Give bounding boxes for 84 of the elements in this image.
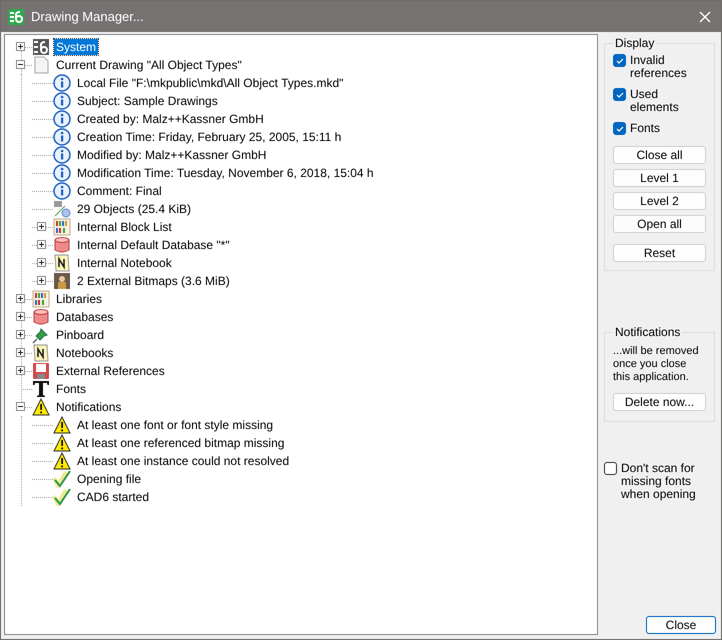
bookshelf-icon [53, 218, 71, 236]
pushpin-icon [32, 326, 50, 344]
tree-item[interactable]: 2 External Bitmaps (3.6 MiB) [75, 273, 232, 289]
tree-item[interactable]: Comment: Final [75, 183, 164, 199]
info-icon [53, 164, 71, 182]
tree-item[interactable]: System [54, 39, 98, 55]
expander-icon[interactable] [37, 240, 46, 249]
tree-item[interactable]: CAD6 started [75, 489, 152, 505]
info-icon [53, 92, 71, 110]
expander-icon[interactable] [16, 42, 25, 51]
tree-item[interactable]: Internal Default Database "*" [75, 237, 232, 253]
checkbox-label: Used elements [630, 88, 680, 114]
tree-item[interactable]: Creation Time: Friday, February 25, 2005, 15:11 h [75, 129, 344, 145]
notice-text: ...will be removed once you close this application. [613, 344, 700, 384]
tree-item[interactable]: Databases [54, 309, 116, 325]
expander-icon[interactable] [37, 222, 46, 231]
tree-button[interactable]: Reset [613, 244, 706, 262]
close-button[interactable]: Close [646, 616, 716, 634]
expander-icon[interactable] [16, 312, 25, 321]
tree-item[interactable]: Pinboard [54, 327, 106, 343]
database-icon [53, 236, 71, 254]
tree-item[interactable]: Created by: Malz++Kassner GmbH [75, 111, 266, 127]
tree-item[interactable]: External References [54, 363, 167, 379]
checkmark-icon [53, 488, 71, 506]
tree-item[interactable]: Fonts [54, 381, 88, 397]
tree-item[interactable]: Modification Time: Tuesday, November 6, 2018, 15:04 h [75, 165, 376, 181]
tree-button[interactable]: Level 2 [613, 192, 706, 210]
tree-item[interactable]: Current Drawing "All Object Types" [54, 57, 244, 73]
page-icon [32, 56, 50, 74]
info-icon [53, 146, 71, 164]
warning-icon [53, 434, 71, 452]
checkbox-label: Fonts [630, 122, 660, 135]
expander-icon[interactable] [37, 276, 46, 285]
warning-icon [53, 452, 71, 470]
expander-icon[interactable] [16, 294, 25, 303]
group-title: Display [614, 36, 656, 50]
checkbox[interactable] [613, 122, 626, 135]
group-title: Notifications [614, 325, 682, 339]
warning-icon [53, 416, 71, 434]
notebook-icon [32, 344, 50, 362]
close-icon[interactable] [699, 10, 711, 22]
tree-item[interactable]: Subject: Sample Drawings [75, 93, 220, 109]
tree-item[interactable]: At least one instance could not resolved [75, 453, 292, 469]
tree-item[interactable]: Notebooks [54, 345, 116, 361]
expander-icon[interactable] [16, 60, 25, 69]
info-icon [53, 128, 71, 146]
checkmark-icon [53, 470, 71, 488]
tree-button[interactable]: Level 1 [613, 169, 706, 187]
logo-icon [32, 38, 50, 56]
expander-icon[interactable] [16, 402, 25, 411]
checkbox-label: Don't scan for missing fonts when opening [621, 462, 697, 501]
tree-item[interactable]: Internal Block List [75, 219, 174, 235]
font-icon [32, 380, 50, 398]
info-icon [53, 110, 71, 128]
notebook-icon [53, 254, 71, 272]
picture-icon [53, 272, 71, 290]
tree-item[interactable]: Opening file [75, 471, 144, 487]
window-title: Drawing Manager... [31, 9, 145, 24]
tree-item[interactable]: 29 Objects (25.4 KiB) [75, 201, 194, 217]
expander-icon[interactable] [37, 258, 46, 267]
checkbox[interactable] [613, 54, 626, 67]
delete-button[interactable]: Delete now... [613, 393, 706, 411]
tree-item[interactable]: Notifications [54, 399, 124, 415]
expander-icon[interactable] [16, 366, 25, 375]
checkbox[interactable] [613, 88, 626, 101]
checkbox-label: Invalid references [630, 54, 688, 80]
logo-icon [8, 8, 24, 24]
expander-icon[interactable] [16, 348, 25, 357]
bookshelf-icon [32, 290, 50, 308]
warning-icon [32, 398, 50, 416]
tree-button[interactable]: Close all [613, 146, 706, 164]
tree-item[interactable]: Libraries [54, 291, 104, 307]
tree-item[interactable]: Internal Notebook [75, 255, 174, 271]
tree-item[interactable]: Modified by: Malz++Kassner GmbH [75, 147, 268, 163]
expander-icon[interactable] [16, 330, 25, 339]
tree-item[interactable]: Local File "F:\mkpublic\mkd\All Object Types.mkd" [75, 75, 346, 91]
info-icon [53, 74, 71, 92]
tree-item[interactable]: At least one font or font style missing [75, 417, 276, 433]
shapes-icon [53, 200, 71, 218]
tree-button[interactable]: Open all [613, 215, 706, 233]
tree-item[interactable]: At least one referenced bitmap missing [75, 435, 286, 451]
database-icon [32, 308, 50, 326]
info-icon [53, 182, 71, 200]
checkbox[interactable] [604, 462, 617, 475]
